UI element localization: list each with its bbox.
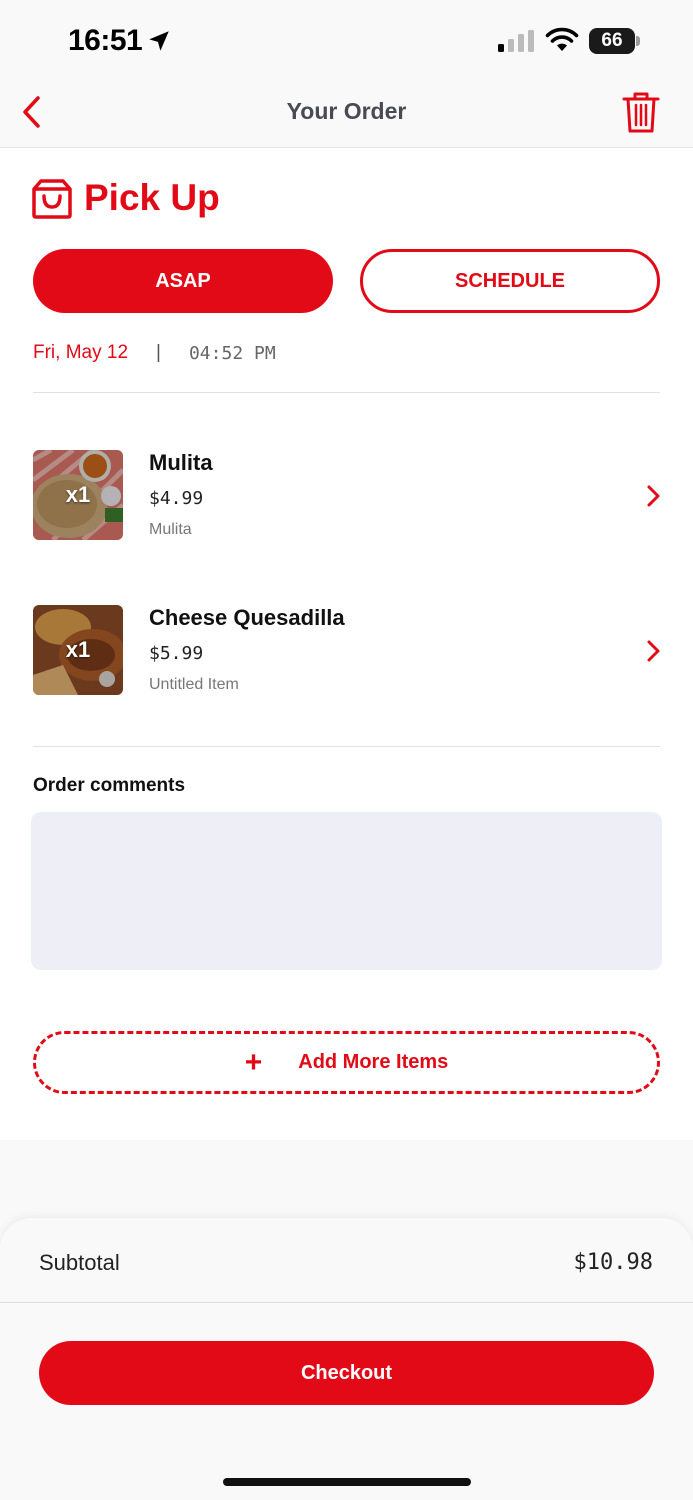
chevron-right-icon	[647, 640, 660, 662]
datetime-separator: |	[156, 342, 161, 363]
trash-icon[interactable]	[620, 90, 662, 134]
location-arrow-icon	[149, 31, 169, 51]
cart-item[interactable]: x1 Cheese Quesadilla $5.99 Untitled Item	[0, 605, 693, 705]
plus-icon: +	[244, 1045, 263, 1079]
item-price: $4.99	[149, 488, 204, 509]
order-comments-label: Order comments	[33, 775, 186, 796]
status-bar: 16:51 66	[0, 0, 693, 78]
item-quantity: x1	[65, 637, 91, 662]
add-more-items-button[interactable]: + Add More Items	[33, 1031, 660, 1094]
page-title: Your Order	[286, 98, 407, 124]
cellular-signal-icon	[498, 30, 534, 52]
pickup-date: Fri, May 12	[33, 342, 129, 363]
order-comments-input[interactable]	[31, 812, 662, 970]
item-name: Cheese Quesadilla	[149, 605, 345, 630]
item-price: $5.99	[149, 643, 204, 664]
pickup-time: 04:52 PM	[188, 342, 276, 364]
item-quantity: x1	[65, 482, 91, 507]
pickup-header: Pick Up	[32, 176, 220, 220]
nav-bar: Your Order	[0, 78, 693, 148]
shopping-bag-icon	[32, 179, 72, 219]
checkout-button[interactable]: Checkout	[39, 1341, 654, 1405]
divider	[33, 746, 660, 747]
item-description: Untitled Item	[149, 676, 239, 693]
schedule-button[interactable]: SCHEDULE	[360, 249, 660, 313]
home-indicator	[223, 1478, 471, 1486]
battery-level: 66	[601, 30, 623, 51]
chevron-right-icon	[647, 485, 660, 507]
battery-nub	[636, 36, 640, 46]
subtotal-value: $10.98	[573, 1250, 653, 1275]
status-time: 16:51	[68, 24, 143, 57]
item-thumbnail: x1	[33, 605, 123, 695]
subtotal-label: Subtotal	[39, 1250, 120, 1275]
item-thumbnail: x1	[33, 450, 123, 540]
item-name: Mulita	[149, 450, 213, 475]
add-more-items-label: Add More Items	[298, 1051, 449, 1073]
cart-item[interactable]: x1 Mulita $4.99 Mulita	[0, 450, 693, 550]
divider	[0, 1302, 693, 1303]
divider	[33, 392, 660, 393]
wifi-icon	[545, 27, 579, 51]
item-description: Mulita	[149, 521, 192, 538]
asap-button[interactable]: ASAP	[33, 249, 333, 313]
pickup-title: Pick Up	[84, 177, 220, 218]
pickup-datetime[interactable]: Fri, May 12 | 04:52 PM	[33, 342, 276, 364]
battery-icon: 66	[589, 28, 635, 54]
